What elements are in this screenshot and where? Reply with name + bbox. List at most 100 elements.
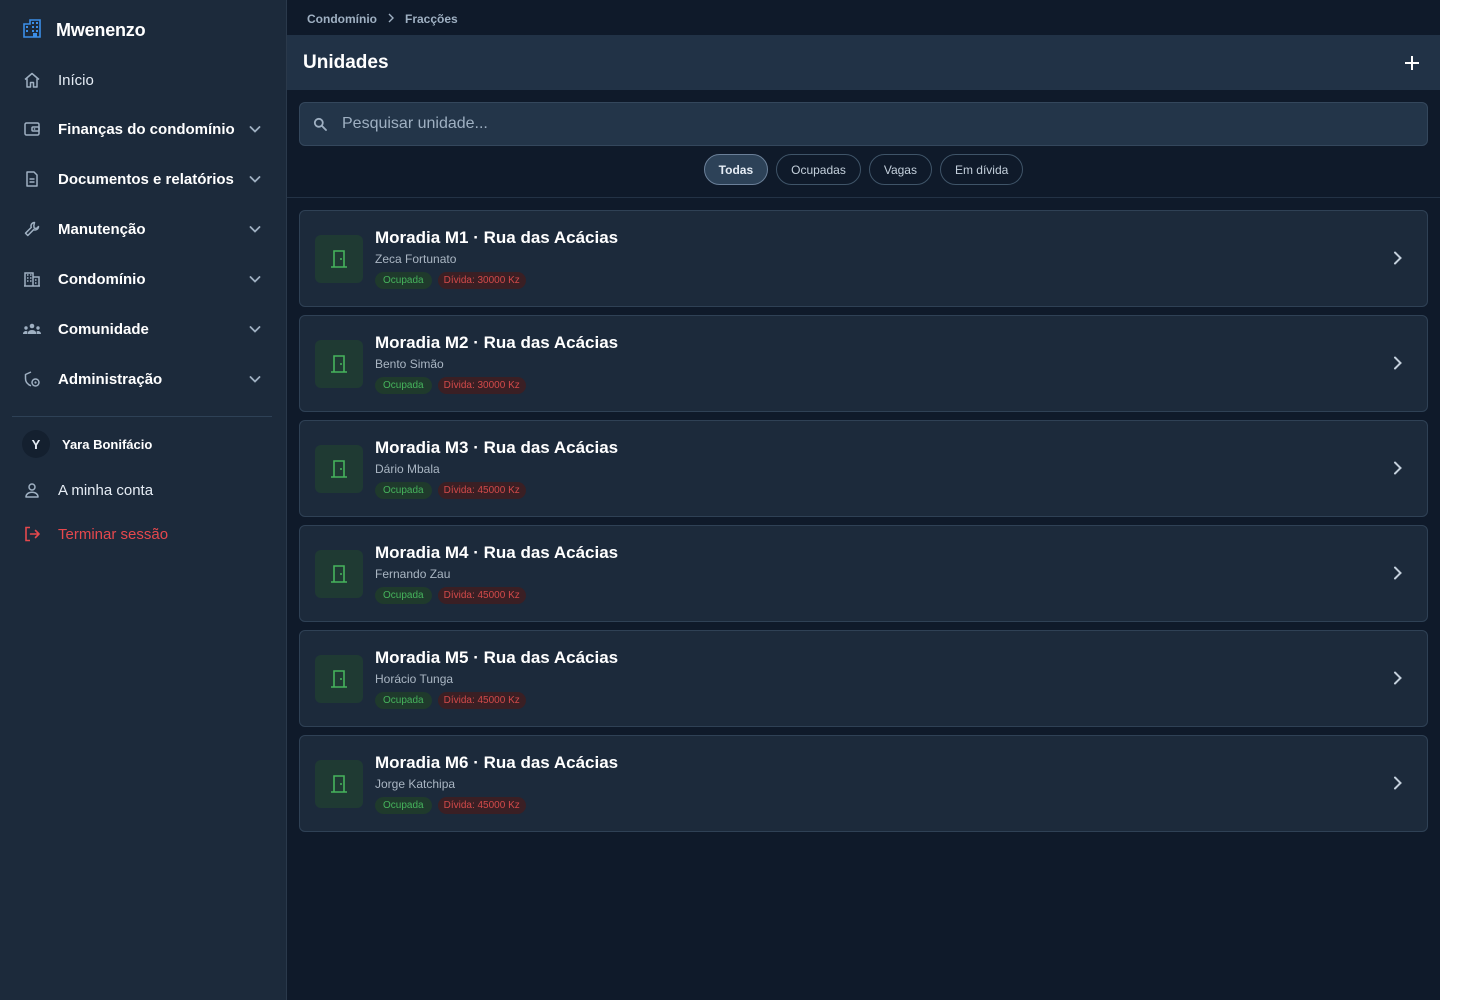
unit-card[interactable]: Moradia M3 · Rua das Acácias Dário Mbala…: [299, 420, 1428, 517]
unit-resident: Fernando Zau: [375, 567, 451, 581]
app-window: Mwenenzo Início Finanças do condomínio D…: [0, 0, 1440, 1000]
search-bar: [299, 102, 1428, 146]
sidebar-item-inicio[interactable]: Início: [22, 65, 264, 95]
chevron-down-icon[interactable]: [246, 170, 264, 188]
debt-badge: Dívida: 45000 Kz: [437, 587, 526, 604]
sidebar-item-financas[interactable]: Finanças do condomínio: [22, 114, 264, 144]
unit-badges: Ocupada Dívida: 45000 Kz: [375, 482, 526, 499]
status-badge: Ocupada: [375, 797, 432, 814]
sidebar-divider: [12, 416, 272, 417]
debt-badge: Dívida: 30000 Kz: [437, 272, 526, 289]
document-icon: [22, 169, 42, 189]
wallet-icon: [22, 119, 42, 139]
logout-link[interactable]: Terminar sessão: [22, 519, 264, 549]
breadcrumb-item-condominio[interactable]: Condomínio: [307, 12, 377, 26]
sidebar-item-label: Finanças do condomínio: [58, 120, 235, 138]
unit-resident: Dário Mbala: [375, 462, 440, 476]
sidebar-item-manutencao[interactable]: Manutenção: [22, 214, 264, 244]
breadcrumb-item-fraccoes[interactable]: Fracções: [405, 12, 458, 26]
debt-badge: Dívida: 45000 Kz: [437, 797, 526, 814]
debt-badge: Dívida: 45000 Kz: [437, 482, 526, 499]
chevron-right-icon[interactable]: [1389, 774, 1407, 792]
chevron-down-icon[interactable]: [246, 370, 264, 388]
sidebar-item-label: Início: [58, 71, 94, 89]
brand[interactable]: Mwenenzo: [22, 18, 146, 43]
filter-chip-todas[interactable]: Todas: [703, 154, 769, 185]
unit-card[interactable]: Moradia M4 · Rua das Acácias Fernando Za…: [299, 525, 1428, 622]
building-icon: [22, 269, 42, 289]
my-account-label: A minha conta: [58, 481, 154, 499]
chevron-down-icon[interactable]: [246, 270, 264, 288]
user-name: Yara Bonifácio: [62, 436, 153, 452]
filter-chip-ocupadas[interactable]: Ocupadas: [776, 154, 861, 185]
sidebar-item-label: Administração: [58, 370, 163, 388]
breadcrumb: Condomínio Fracções: [307, 12, 458, 26]
chevron-down-icon[interactable]: [246, 220, 264, 238]
wrench-icon: [22, 219, 42, 239]
door-icon: [315, 550, 363, 598]
unit-badges: Ocupada Dívida: 30000 Kz: [375, 272, 526, 289]
search-input[interactable]: [342, 115, 1427, 133]
chevron-right-icon[interactable]: [1389, 459, 1407, 477]
status-badge: Ocupada: [375, 692, 432, 709]
unit-card[interactable]: Moradia M5 · Rua das Acácias Horácio Tun…: [299, 630, 1428, 727]
chevron-down-icon[interactable]: [246, 120, 264, 138]
admin-settings-icon: [22, 369, 42, 389]
filter-chip-em-divida[interactable]: Em dívida: [939, 154, 1024, 185]
sidebar-item-label: Comunidade: [58, 320, 149, 338]
page-title: Unidades: [303, 51, 389, 73]
user-block: Y Yara Bonifácio: [22, 430, 152, 458]
building-logo-icon: [22, 18, 42, 43]
chevron-right-icon[interactable]: [1389, 669, 1407, 687]
logout-label: Terminar sessão: [58, 525, 169, 543]
status-badge: Ocupada: [375, 482, 432, 499]
people-icon: [22, 319, 42, 339]
unit-badges: Ocupada Dívida: 45000 Kz: [375, 692, 526, 709]
brand-name: Mwenenzo: [56, 20, 146, 40]
unit-badges: Ocupada Dívida: 45000 Kz: [375, 797, 526, 814]
unit-title: Moradia M5 · Rua das Acácias: [375, 648, 619, 667]
sidebar-item-label: Documentos e relatórios: [58, 170, 234, 188]
plus-icon: [1405, 55, 1419, 70]
unit-title: Moradia M4 · Rua das Acácias: [375, 543, 619, 562]
sidebar-item-label: Manutenção: [58, 220, 146, 238]
sidebar-item-condominio[interactable]: Condomínio: [22, 264, 264, 294]
debt-badge: Dívida: 45000 Kz: [437, 692, 526, 709]
unit-resident: Horácio Tunga: [375, 672, 454, 686]
status-badge: Ocupada: [375, 377, 432, 394]
unit-badges: Ocupada Dívida: 45000 Kz: [375, 587, 526, 604]
door-icon: [315, 340, 363, 388]
door-icon: [315, 235, 363, 283]
main-content: Condomínio Fracções Unidades Todas Ocupa…: [287, 0, 1440, 1000]
unit-card[interactable]: Moradia M6 · Rua das Acácias Jorge Katch…: [299, 735, 1428, 832]
sidebar-item-label: Condomínio: [58, 270, 146, 288]
add-unit-button[interactable]: [1400, 51, 1424, 75]
door-icon: [315, 655, 363, 703]
sidebar-item-administracao[interactable]: Administração: [22, 364, 264, 394]
unit-card[interactable]: Moradia M1 · Rua das Acácias Zeca Fortun…: [299, 210, 1428, 307]
sidebar-item-documentos[interactable]: Documentos e relatórios: [22, 164, 264, 194]
unit-title: Moradia M1 · Rua das Acácias: [375, 228, 619, 247]
unit-list: Moradia M1 · Rua das Acácias Zeca Fortun…: [299, 210, 1428, 840]
chevron-right-icon[interactable]: [1389, 564, 1407, 582]
avatar[interactable]: Y: [22, 430, 50, 458]
my-account-link[interactable]: A minha conta: [22, 475, 264, 505]
unit-resident: Bento Simão: [375, 357, 444, 371]
filter-chip-vagas[interactable]: Vagas: [868, 154, 932, 185]
unit-title: Moradia M2 · Rua das Acácias: [375, 333, 619, 352]
home-icon: [22, 70, 42, 90]
sidebar: Mwenenzo Início Finanças do condomínio D…: [0, 0, 287, 1000]
sidebar-item-comunidade[interactable]: Comunidade: [22, 314, 264, 344]
unit-title: Moradia M6 · Rua das Acácias: [375, 753, 619, 772]
status-badge: Ocupada: [375, 587, 432, 604]
status-badge: Ocupada: [375, 272, 432, 289]
search-icon: [312, 116, 328, 132]
door-icon: [315, 760, 363, 808]
unit-card[interactable]: Moradia M2 · Rua das Acácias Bento Simão…: [299, 315, 1428, 412]
chevron-down-icon[interactable]: [246, 320, 264, 338]
unit-resident: Zeca Fortunato: [375, 252, 457, 266]
unit-title: Moradia M3 · Rua das Acácias: [375, 438, 619, 457]
chevron-right-icon[interactable]: [1389, 354, 1407, 372]
chevron-right-icon[interactable]: [1389, 249, 1407, 267]
person-icon: [22, 480, 42, 500]
